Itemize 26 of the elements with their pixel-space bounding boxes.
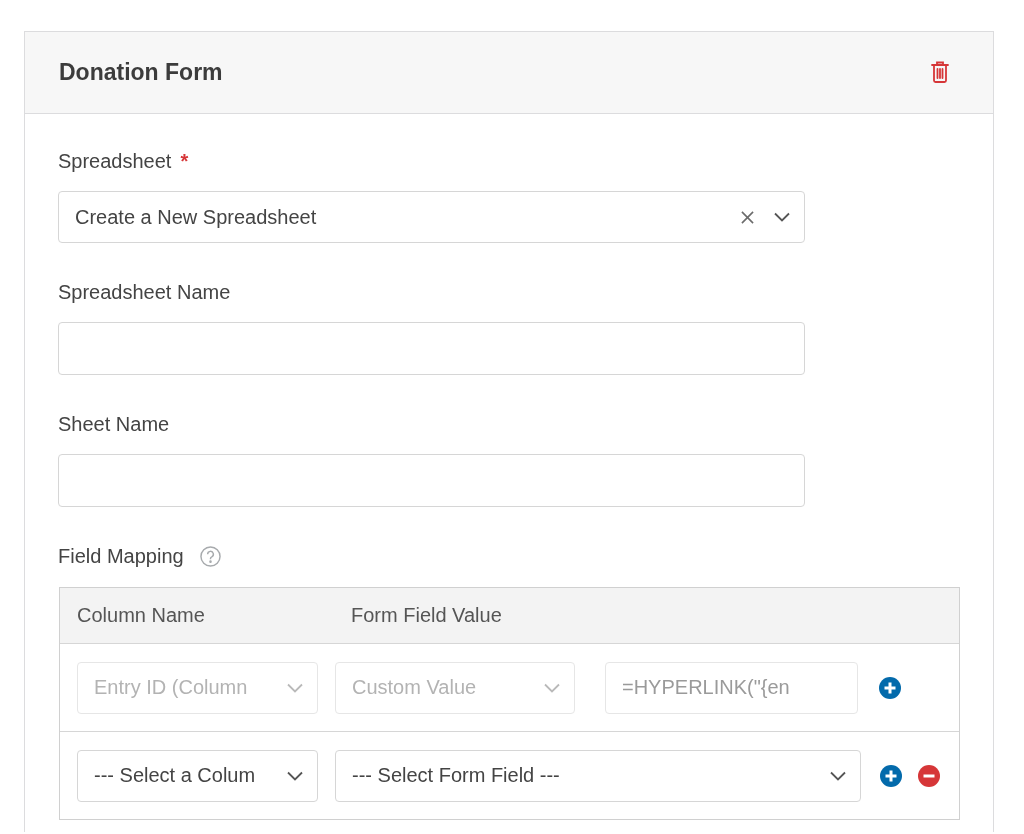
add-row-button[interactable] <box>880 764 902 787</box>
field-label: Spreadsheet Name <box>58 280 231 304</box>
required-mark: * <box>180 149 189 173</box>
remove-row-button[interactable] <box>918 764 940 787</box>
column-header: Form Field Value <box>351 604 502 627</box>
select-field[interactable]: Create a New Spreadsheet <box>58 191 805 243</box>
plus-circle-icon <box>879 676 901 699</box>
chevron-down-icon <box>830 770 846 781</box>
trash-icon <box>931 60 949 83</box>
clear-icon[interactable] <box>741 210 754 224</box>
card-title: Donation Form <box>59 59 223 86</box>
text-input-field[interactable] <box>58 454 805 507</box>
field-label: Spreadsheet <box>58 149 172 173</box>
column-header: Column Name <box>77 604 206 627</box>
field-label: Sheet Name <box>58 412 170 436</box>
chevron-down-icon <box>774 212 790 222</box>
chevron-down-icon <box>287 770 303 781</box>
text-input-field[interactable] <box>58 322 805 375</box>
column-select[interactable]: --- Select a Colum <box>77 749 318 802</box>
plus-circle-icon <box>880 764 902 787</box>
minus-circle-icon <box>918 764 940 787</box>
field-label: Field Mapping <box>58 544 184 568</box>
form-field-select[interactable]: --- Select Form Field --- <box>335 749 861 802</box>
chevron-down-icon <box>544 682 560 693</box>
delete-button[interactable] <box>931 60 949 83</box>
chevron-down-icon <box>287 682 303 693</box>
